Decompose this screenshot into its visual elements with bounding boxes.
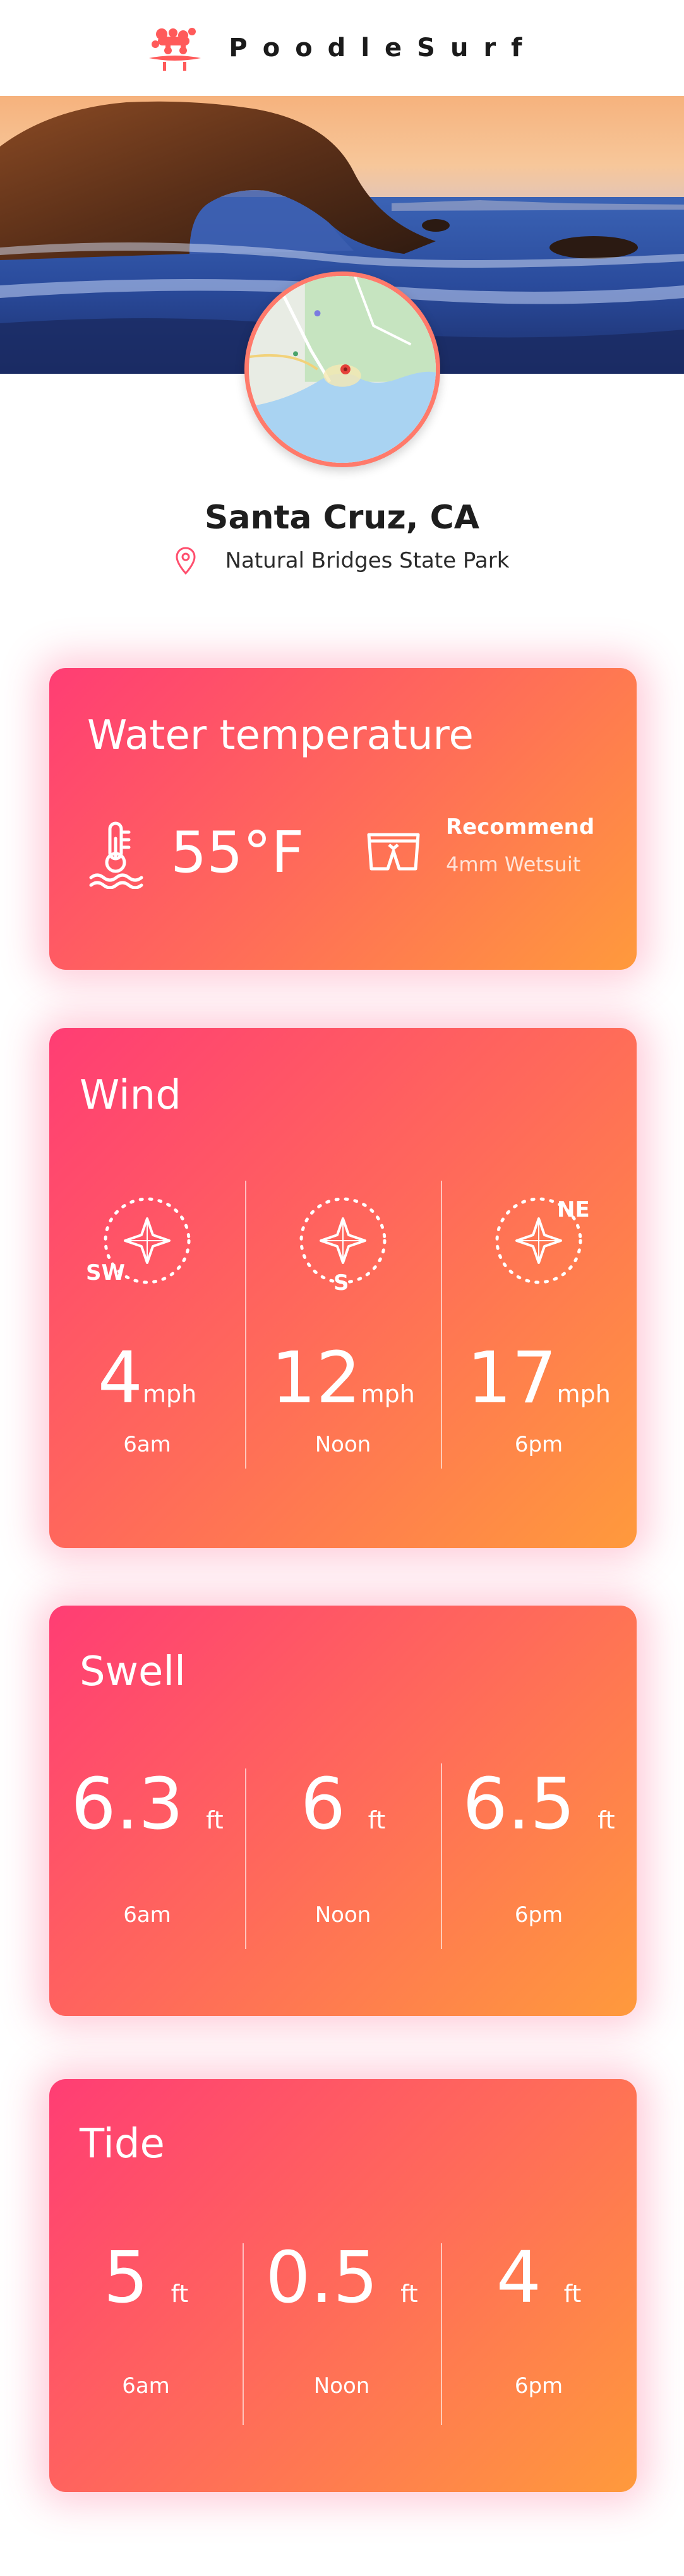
water-card-title: Water temperature (87, 712, 474, 759)
tide-time-label: 6am (122, 2373, 170, 2399)
location-map[interactable] (244, 271, 440, 467)
tide-time-label: 6pm (514, 2373, 563, 2399)
app-header: PoodleSurf (0, 0, 684, 96)
poodle-surfboard-icon (149, 28, 201, 71)
recommend-value: 4mm Wetsuit (446, 852, 581, 876)
wind-speed-value: 12 (271, 1337, 361, 1419)
wind-speed-value: 4 (97, 1337, 143, 1419)
tide-reading-6am: 5 ft 6am (49, 2079, 243, 2492)
swell-height-value: 6.3 (71, 1763, 184, 1846)
swell-height-value: 6 (300, 1763, 346, 1846)
wind-time-label: 6am (123, 1432, 171, 1457)
swell-height-unit: ft (368, 1806, 386, 1834)
brand-name: PoodleSurf (229, 33, 537, 63)
swell-reading-6am: 6.3 ft 6am (49, 1606, 245, 2016)
tide-height-unit: ft (563, 2280, 582, 2308)
wind-direction-label: SW (86, 1260, 125, 1285)
location-pin-icon (176, 547, 196, 575)
tide-reading-6pm: 4 ft 6pm (441, 2079, 637, 2492)
tide-height-value: 0.5 (265, 2237, 378, 2319)
location-spot: Natural Bridges State Park (225, 548, 510, 573)
wind-reading-noon: S 12mph Noon (245, 1028, 441, 1548)
wind-speed-unit: mph (361, 1380, 415, 1408)
tide-height-unit: ft (171, 2280, 189, 2308)
swell-height-value: 6.5 (462, 1763, 575, 1846)
swell-height-unit: ft (597, 1806, 615, 1834)
wind-time-label: Noon (315, 1432, 371, 1457)
water-temperature-value: 55°F (171, 820, 304, 886)
wetsuit-shorts-icon (367, 833, 420, 871)
tide-card: Tide 5 ft 6am 0.5 ft Noon 4 ft 6pm (49, 2079, 637, 2492)
swell-reading-noon: 6 ft Noon (245, 1606, 441, 2016)
tide-height-value: 4 (496, 2237, 542, 2319)
recommend-label: Recommend (446, 814, 595, 840)
location-city: Santa Cruz, CA (205, 499, 479, 537)
swell-height-unit: ft (206, 1806, 224, 1834)
wind-reading-6pm: NE 17mph 6pm (441, 1028, 637, 1548)
tide-time-label: Noon (313, 2373, 370, 2399)
wind-direction-label: S (333, 1270, 349, 1296)
wind-speed-unit: mph (556, 1380, 611, 1408)
thermometer-water-icon (89, 821, 143, 889)
tide-height-value: 5 (103, 2237, 149, 2319)
swell-card: Swell 6.3 ft 6am 6 ft Noon 6.5 ft 6pm (49, 1606, 637, 2016)
wind-direction-label: NE (557, 1197, 590, 1222)
wind-card: Wind SW 4mph 6am S 12mph Noon NE 17mph 6… (49, 1028, 637, 1548)
wind-reading-6am: SW 4mph 6am (49, 1028, 245, 1548)
swell-time-label: 6am (123, 1902, 171, 1928)
water-temperature-card: Water temperature 55°F Recommend 4mm Wet… (49, 668, 637, 970)
location-spot-row: Natural Bridges State Park (0, 547, 684, 575)
swell-time-label: Noon (315, 1902, 371, 1928)
tide-reading-noon: 0.5 ft Noon (243, 2079, 441, 2492)
swell-time-label: 6pm (514, 1902, 563, 1928)
tide-height-unit: ft (400, 2280, 418, 2308)
swell-reading-6pm: 6.5 ft 6pm (441, 1606, 637, 2016)
wind-speed-value: 17 (467, 1337, 557, 1419)
wind-time-label: 6pm (514, 1432, 563, 1457)
wind-speed-unit: mph (143, 1380, 197, 1408)
